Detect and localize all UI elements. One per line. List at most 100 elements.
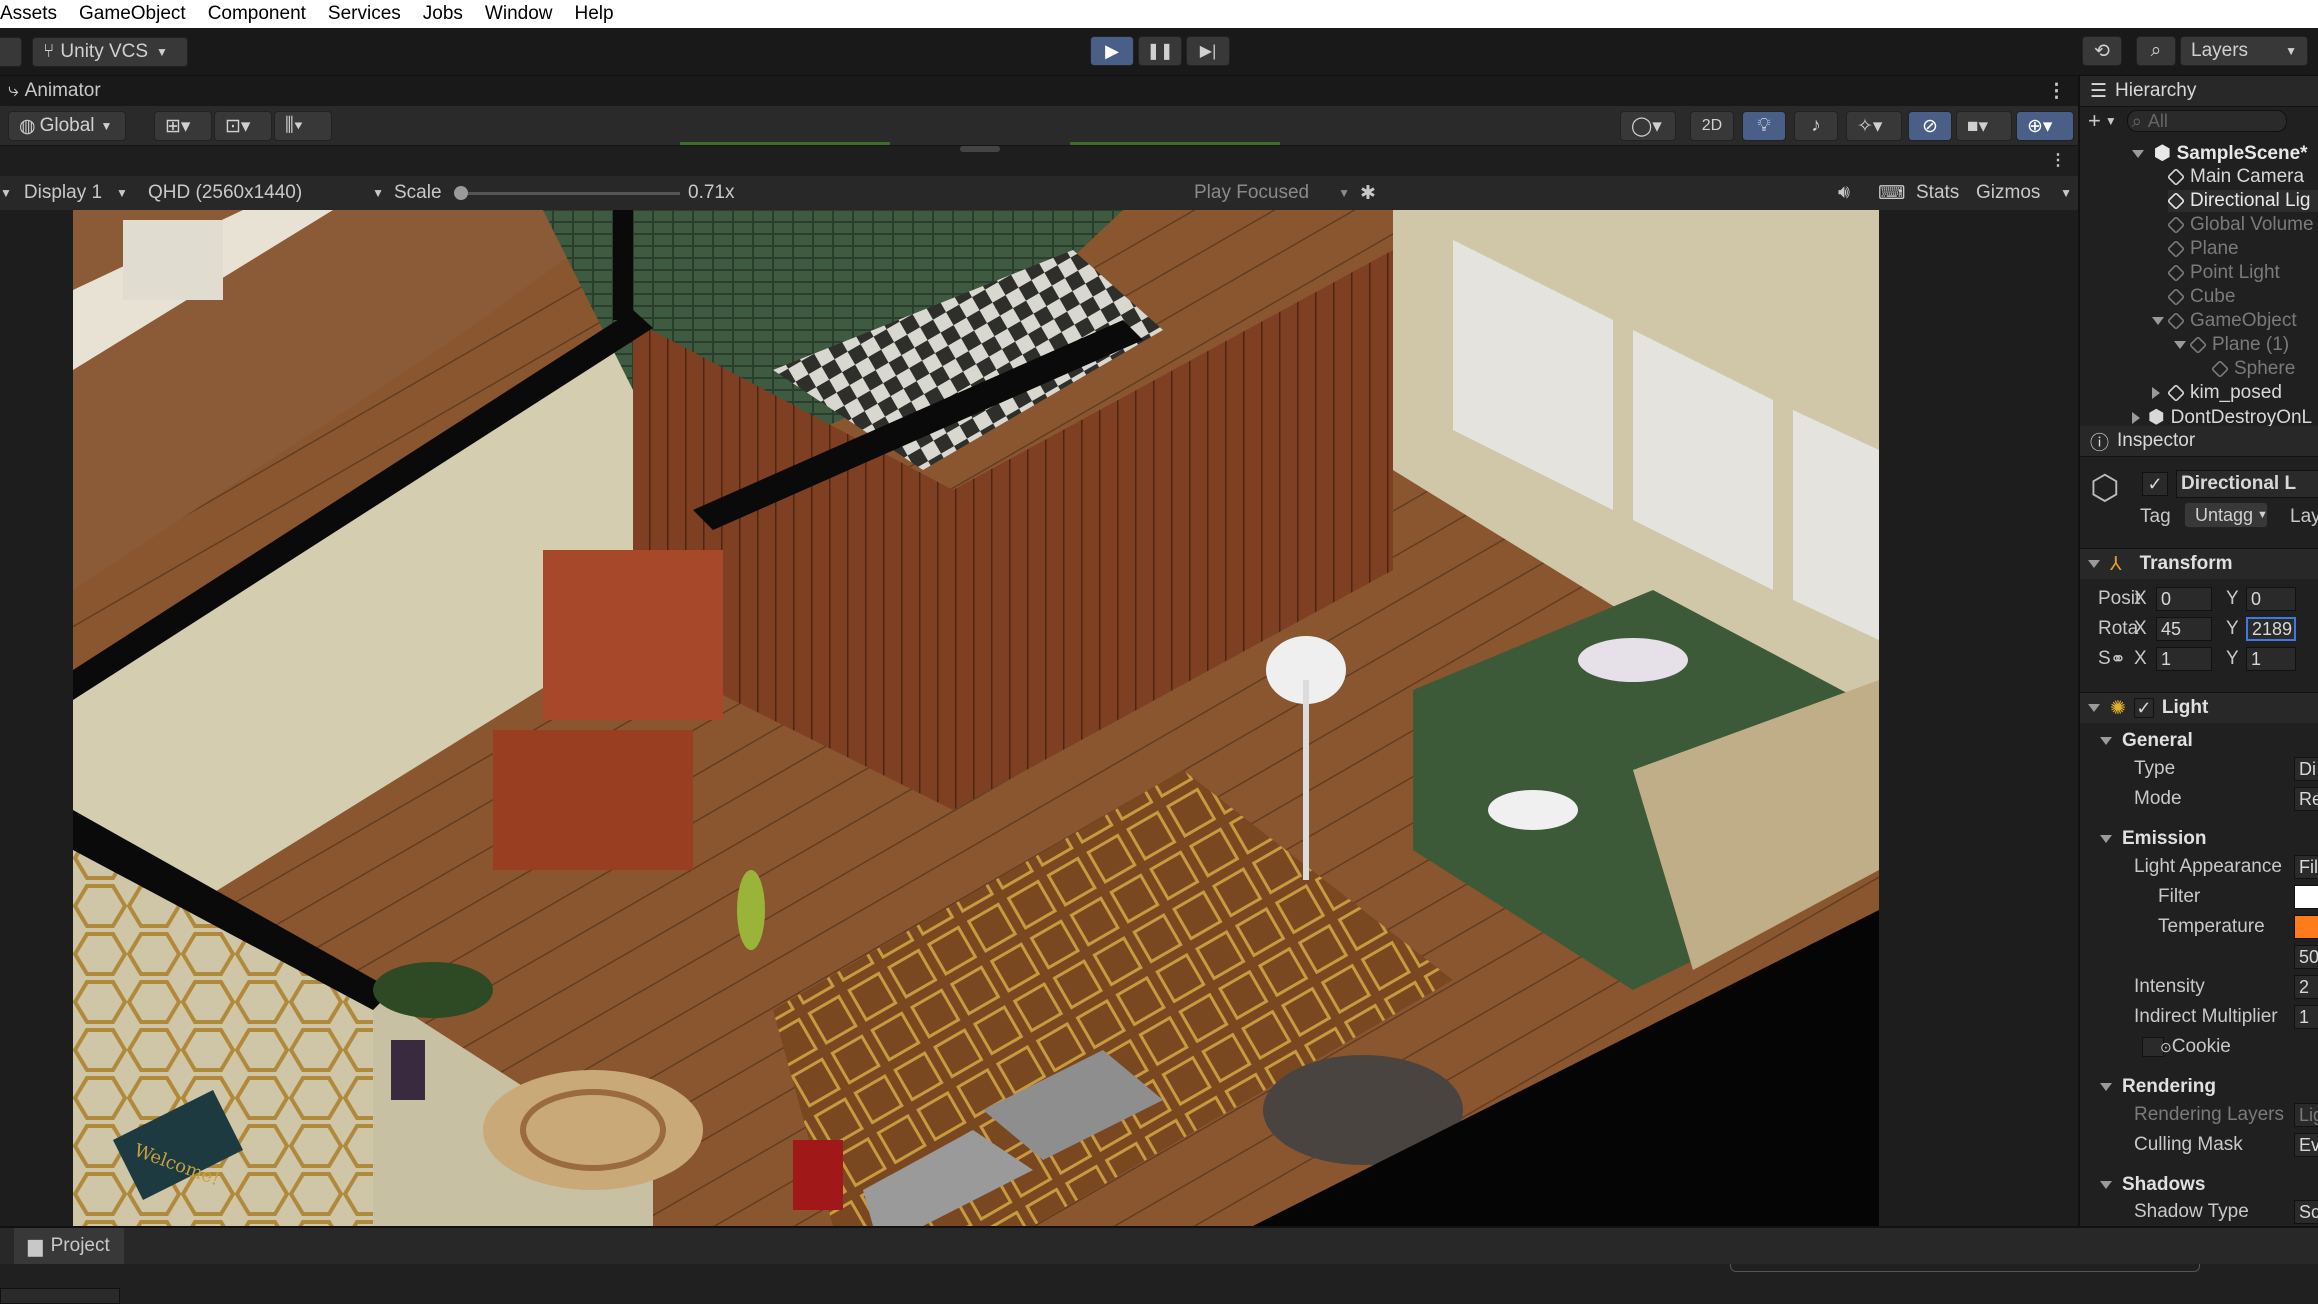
shadow-type-dropdown[interactable]: Sc: [2294, 1200, 2318, 1224]
resolution-dropdown[interactable]: QHD (2560x1440) ▼: [148, 179, 384, 207]
animator-tab[interactable]: Animator: [25, 80, 101, 102]
scene-toolbar: ◍ Global ▼ ⊞▾ ⊡▾ ⫼▾ ◯▾ 2D 💡︎ ♪ ✧▾ ⊘ ■▾ ⊕…: [0, 106, 2078, 146]
account-button[interactable]: [0, 37, 22, 67]
item-label: Main Camera: [2190, 166, 2305, 187]
visibility-toggle[interactable]: ⊘: [1908, 111, 1952, 141]
hierarchy-item-global-volume[interactable]: Global Volume: [2166, 214, 2314, 236]
hierarchy-item-gameobject[interactable]: GameObject: [2152, 310, 2297, 332]
culling-dropdown[interactable]: Ev: [2294, 1133, 2318, 1157]
hierarchy-item-main-camera[interactable]: Main Camera: [2166, 166, 2305, 188]
hierarchy-search-input[interactable]: ⌕ All: [2126, 110, 2287, 132]
play-button[interactable]: ▶: [1090, 36, 1134, 66]
temperature-field[interactable]: 50: [2294, 945, 2318, 969]
cookie-row: ⊙ Cookie: [2080, 1032, 2318, 1062]
hierarchy-item-plane-1[interactable]: Plane (1): [2174, 334, 2289, 356]
rendering-layers-label: Rendering Layers: [2134, 1104, 2284, 1125]
scale-slider-thumb[interactable]: [454, 186, 468, 200]
camera-dropdown[interactable]: ■▾: [1956, 111, 2012, 141]
game-render[interactable]: Welcome!: [73, 210, 1879, 1226]
align-button[interactable]: ⫼▾: [274, 111, 332, 141]
menu-gameobject[interactable]: GameObject: [79, 3, 186, 25]
project-slider[interactable]: [0, 1288, 120, 1304]
position-x-field[interactable]: 0: [2156, 587, 2212, 611]
add-icon[interactable]: +: [2088, 108, 2101, 134]
transform-header[interactable]: ⅄ Transform: [2080, 548, 2318, 579]
link-icon[interactable]: ⚭: [2110, 648, 2132, 671]
inspector-tab[interactable]: ⓘ Inspector: [2080, 426, 2318, 457]
indirect-field[interactable]: 1: [2294, 1005, 2318, 1029]
intensity-field[interactable]: 2: [2294, 975, 2318, 999]
display-label: Display 1: [23, 182, 103, 203]
type-dropdown[interactable]: Di: [2294, 757, 2318, 781]
hierarchy-item-kim-posed[interactable]: kim_posed: [2152, 382, 2282, 404]
history-button[interactable]: ⟲: [2082, 36, 2122, 66]
temperature-gradient[interactable]: [2294, 915, 2318, 939]
keyboard-icon[interactable]: ⌨: [1878, 179, 1905, 207]
hierarchy-item-point-light[interactable]: Point Light: [2166, 262, 2280, 284]
more-menu-icon[interactable]: ⋮: [2047, 80, 2066, 103]
menu-services[interactable]: Services: [328, 3, 401, 25]
intensity-value: 2: [2299, 976, 2310, 997]
hierarchy-item-sphere[interactable]: Sphere: [2210, 358, 2295, 380]
hierarchy-item-directional-light[interactable]: Directional Lig: [2166, 190, 2318, 212]
play-mode-dropdown[interactable]: Play Focused ▼: [1194, 179, 1350, 207]
effects-dropdown[interactable]: ✧▾: [1846, 111, 1902, 141]
stats-button[interactable]: Stats: [1916, 179, 1959, 207]
global-dropdown[interactable]: ◍ Global ▼: [8, 111, 126, 141]
shadows-header[interactable]: Shadows: [2080, 1170, 2318, 1200]
gizmos-toggle[interactable]: ⊕▾: [2016, 111, 2074, 141]
project-tab[interactable]: ▆ Project: [14, 1228, 124, 1264]
object-name-field[interactable]: Directional L: [2176, 470, 2318, 498]
scale-x-value: 1: [2161, 648, 2172, 669]
lighting-toggle[interactable]: 💡︎: [1742, 111, 1786, 141]
menu-assets[interactable]: Assets: [0, 3, 57, 25]
display-dropdown[interactable]: ▼ Display 1 ▼: [0, 179, 140, 207]
emission-header[interactable]: Emission: [2080, 824, 2318, 854]
hierarchy-item-cube[interactable]: Cube: [2166, 286, 2235, 308]
project-search-input[interactable]: [1730, 1264, 2200, 1272]
scene-root[interactable]: ⬢ SampleScene*: [2132, 142, 2308, 165]
appearance-dropdown[interactable]: Fil: [2294, 855, 2318, 879]
menu-jobs[interactable]: Jobs: [423, 3, 463, 25]
position-y-field[interactable]: 0: [2246, 587, 2296, 611]
align-icon: ⫼▾: [285, 115, 304, 136]
scale-y-field[interactable]: 1: [2246, 647, 2296, 671]
branch-icon: ⑂: [43, 41, 55, 62]
rotation-x-field[interactable]: 45: [2156, 617, 2212, 641]
search-button[interactable]: ⌕: [2136, 36, 2176, 66]
snap-increment-button[interactable]: ⊡▾: [214, 111, 272, 141]
general-header[interactable]: General: [2080, 726, 2318, 756]
menu-help[interactable]: Help: [575, 3, 614, 25]
vcs-dropdown[interactable]: ⑂ Unity VCS ▼: [32, 37, 188, 67]
hierarchy-tab[interactable]: ☰ Hierarchy: [2080, 76, 2318, 107]
hierarchy-item-plane[interactable]: Plane: [2166, 238, 2239, 260]
grid-snap-button[interactable]: ⊞▾: [154, 111, 212, 141]
speaker-icon[interactable]: 🔊︎: [1838, 179, 1850, 207]
object-name-value: Directional L: [2181, 473, 2297, 494]
audio-toggle[interactable]: ♪: [1794, 111, 1838, 141]
rendering-header[interactable]: Rendering: [2080, 1072, 2318, 1102]
draw-mode-button[interactable]: ◯▾: [1620, 111, 1676, 141]
light-enabled-checkbox[interactable]: ✓: [2133, 698, 2154, 718]
rendering-layers-dropdown[interactable]: Lig: [2294, 1103, 2318, 1127]
play-icon: ▶: [1105, 40, 1119, 61]
filter-color-swatch[interactable]: [2294, 885, 2318, 909]
scale-x-field[interactable]: 1: [2156, 647, 2212, 671]
pause-button[interactable]: ❚❚: [1138, 36, 1182, 66]
scale-slider-track[interactable]: [460, 192, 680, 195]
mode-2d-button[interactable]: 2D: [1690, 111, 1734, 141]
active-checkbox[interactable]: ✓: [2142, 472, 2168, 496]
gizmos-dropdown[interactable]: Gizmos ▼: [1976, 179, 2072, 207]
chevron-down-icon[interactable]: ▼: [2105, 114, 2117, 128]
mode-dropdown[interactable]: Re: [2294, 787, 2318, 811]
rotation-y-field[interactable]: 2189: [2246, 617, 2296, 641]
light-header[interactable]: ✺ ✓ Light: [2080, 692, 2318, 723]
step-button[interactable]: ▶|: [1186, 36, 1230, 66]
menu-window[interactable]: Window: [485, 3, 553, 25]
layers-dropdown[interactable]: Layers ▼: [2180, 36, 2308, 66]
tag-dropdown[interactable]: Untagg ▼: [2184, 502, 2268, 528]
more-menu-icon[interactable]: ⋮: [2050, 150, 2066, 170]
gameobject-icon: [2166, 239, 2186, 259]
menu-component[interactable]: Component: [208, 3, 306, 25]
bug-icon[interactable]: ✱: [1360, 179, 1376, 207]
